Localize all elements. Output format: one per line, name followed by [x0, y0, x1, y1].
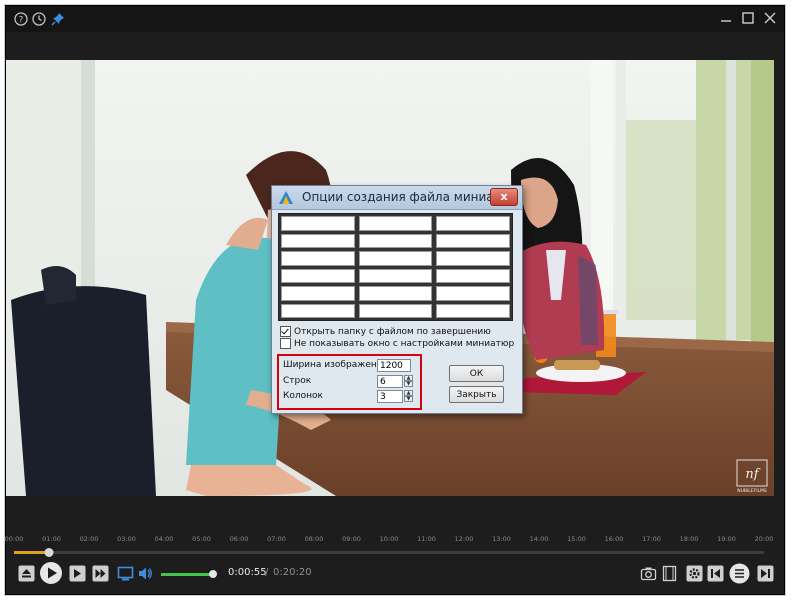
next-frame-icon[interactable] — [92, 565, 109, 582]
film-strip-icon[interactable] — [661, 565, 678, 582]
total-time: 0:20:20 — [273, 567, 312, 578]
columns-input[interactable]: 3 — [377, 390, 403, 403]
timeline-tick-label: 09:00 — [342, 535, 361, 543]
dialog-close-button[interactable]: x — [490, 188, 518, 206]
timeline-tick-label: 13:00 — [492, 535, 511, 543]
volume-handle[interactable] — [209, 570, 217, 578]
thumbnail-slot — [436, 251, 510, 266]
timeline-tick-label: 05:00 — [192, 535, 211, 543]
watermark-logo: nf — [745, 467, 760, 482]
thumbnail-slot — [436, 286, 510, 301]
previous-icon[interactable] — [707, 565, 724, 582]
open-folder-checkbox[interactable] — [280, 326, 291, 337]
columns-spinner[interactable]: ▲ ▼ — [404, 390, 413, 403]
rows-label: Строк — [283, 376, 312, 386]
thumbnail-slot — [436, 233, 510, 248]
close-icon[interactable] — [762, 10, 778, 26]
volume-level — [161, 573, 213, 576]
svg-text:?: ? — [19, 16, 24, 26]
thumbnail-slot — [358, 268, 433, 283]
pin-icon[interactable] — [51, 12, 65, 26]
timeline[interactable]: 00:00 01:00 02:00 03:00 04:00 05:00 06:00 07:00… — [4, 532, 774, 557]
timeline-tick-label: 11:00 — [417, 535, 436, 543]
dialog-title-bar[interactable]: Опции создания файла миниатюр x — [272, 186, 522, 210]
timeline-tick-label: 00:00 — [4, 535, 24, 543]
stop-forward-icon[interactable] — [69, 565, 86, 582]
thumbnail-slot — [358, 286, 433, 301]
timeline-tick-label: 03:00 — [117, 535, 136, 543]
menu-icon[interactable] — [729, 563, 750, 584]
watermark-caption: NUBILEFILMS — [737, 488, 767, 494]
timeline-tick-label: 01:00 — [42, 535, 61, 543]
volume-slider[interactable] — [161, 570, 217, 578]
thumbnail-slot — [281, 251, 355, 266]
columns-label: Колонок — [283, 391, 323, 401]
volume-icon[interactable] — [137, 565, 154, 582]
thumbnail-slot — [358, 233, 433, 248]
screen-icon[interactable] — [117, 565, 134, 582]
seek-handle[interactable] — [44, 548, 53, 557]
hide-settings-option[interactable]: Не показывать окно с настройками миниатю… — [280, 337, 514, 350]
camera-icon[interactable] — [640, 565, 657, 582]
thumbnail-preview-grid — [278, 213, 513, 321]
timeline-tick-label: 18:00 — [679, 535, 699, 543]
ok-button[interactable]: ОК — [449, 365, 504, 382]
next-icon[interactable] — [757, 565, 774, 582]
hide-settings-label: Не показывать окно с настройками миниатю… — [294, 338, 515, 349]
timeline-tick-label: 19:00 — [717, 535, 736, 543]
thumbnail-options-dialog: Опции создания файла миниатюр x Открыть … — [271, 185, 523, 414]
timeline-tick-label: 04:00 — [154, 535, 174, 543]
time-separator: / — [265, 567, 269, 578]
settings-icon[interactable] — [686, 565, 703, 582]
timeline-tick-label: 02:00 — [79, 535, 99, 543]
thumbnail-slot — [358, 303, 433, 318]
parameters-highlight: Ширина изображения 1200 Строк 6 ▲ ▼ Колон… — [277, 354, 422, 410]
thumbnail-slot — [436, 216, 510, 231]
rows-input[interactable]: 6 — [377, 375, 403, 388]
timeline-tick-label: 08:00 — [304, 535, 324, 543]
thumbnail-slot — [281, 233, 355, 248]
timeline-tick-label: 10:00 — [379, 535, 399, 543]
timeline-tick-label: 14:00 — [529, 535, 549, 543]
app-logo-icon — [279, 191, 293, 204]
maximize-icon[interactable] — [740, 10, 756, 26]
columns-down-icon[interactable]: ▼ — [404, 396, 413, 402]
play-icon — [48, 567, 57, 579]
eject-icon[interactable] — [18, 565, 35, 582]
thumbnail-slot — [436, 268, 510, 283]
timeline-tick-label: 17:00 — [642, 535, 661, 543]
timeline-tick-label: 06:00 — [229, 535, 249, 543]
thumbnail-slot — [436, 303, 510, 318]
image-width-label: Ширина изображения — [283, 360, 389, 370]
control-bar: 0:00:55 / 0:20:20 — [6, 560, 774, 586]
rows-spinner[interactable]: ▲ ▼ — [404, 375, 413, 388]
thumbnail-slot — [281, 286, 355, 301]
rows-down-icon[interactable]: ▼ — [404, 381, 413, 387]
thumbnail-slot — [358, 216, 433, 231]
hide-settings-checkbox[interactable] — [280, 338, 291, 349]
help-icon[interactable]: ? — [14, 12, 28, 26]
history-icon[interactable] — [32, 12, 46, 26]
image-width-input[interactable]: 1200 — [377, 359, 411, 372]
title-bar: ? — [6, 6, 784, 32]
close-button[interactable]: Закрыть — [449, 386, 504, 403]
timeline-tick-label: 20:00 — [754, 535, 774, 543]
timeline-tick-label: 15:00 — [567, 535, 586, 543]
dialog-title: Опции создания файла миниатюр — [302, 190, 519, 204]
timeline-tick-label: 16:00 — [604, 535, 624, 543]
minimize-icon[interactable] — [718, 10, 734, 26]
current-time: 0:00:55 — [228, 567, 267, 578]
open-folder-label: Открыть папку с файлом по завершению — [294, 326, 491, 337]
timeline-tick-label: 12:00 — [454, 535, 474, 543]
timeline-tick-label: 07:00 — [267, 535, 286, 543]
thumbnail-slot — [281, 303, 355, 318]
play-button[interactable] — [40, 562, 62, 584]
thumbnail-slot — [358, 251, 433, 266]
seek-bar[interactable] — [14, 548, 764, 557]
thumbnail-slot — [281, 216, 355, 231]
thumbnail-slot — [281, 268, 355, 283]
